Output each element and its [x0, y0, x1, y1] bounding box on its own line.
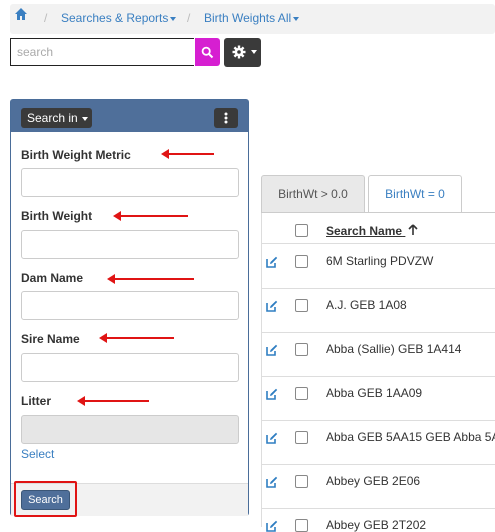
row-search-name: Abba GEB 5AA15 GEB Abba 5A	[326, 430, 495, 444]
search-input[interactable]	[10, 38, 194, 66]
search-button[interactable]	[195, 38, 220, 66]
row-divider	[261, 464, 495, 465]
edit-icon[interactable]	[266, 344, 278, 356]
search-icon	[201, 46, 214, 59]
settings-dropdown-button[interactable]	[224, 38, 261, 67]
edit-icon[interactable]	[266, 476, 278, 488]
row-checkbox[interactable]	[295, 475, 308, 488]
caret-down-icon	[170, 16, 177, 21]
home-icon[interactable]	[14, 7, 28, 21]
annotation-arrow	[77, 396, 149, 406]
edit-icon[interactable]	[266, 300, 278, 312]
row-search-name: A.J. GEB 1A08	[326, 298, 407, 312]
litter-field	[21, 415, 239, 444]
birth-weight-metric-field[interactable]	[21, 168, 239, 197]
gear-icon	[232, 45, 246, 59]
birth-weight-label: Birth Weight	[21, 209, 93, 223]
breadcrumb-label: Searches & Reports	[61, 11, 169, 25]
search-in-label: Search in	[27, 111, 78, 125]
caret-down-icon	[81, 116, 88, 121]
select-all-checkbox[interactable]	[295, 224, 308, 237]
column-header-search-name[interactable]: Search Name	[326, 224, 418, 238]
row-search-name: Abba (Sallie) GEB 1A414	[326, 342, 462, 356]
caret-down-icon	[251, 50, 257, 54]
sire-name-label: Sire Name	[21, 332, 80, 346]
panel-menu-button[interactable]	[214, 108, 238, 128]
edit-icon[interactable]	[266, 520, 278, 532]
column-header-label: Search Name	[326, 224, 403, 238]
edit-icon[interactable]	[266, 388, 278, 400]
birth-weight-metric-label: Birth Weight Metric	[21, 148, 131, 162]
breadcrumb-separator: /	[187, 11, 191, 25]
sort-ascending-icon	[408, 224, 418, 235]
row-search-name: 6M Starling PDVZW	[326, 254, 434, 268]
breadcrumb-searches-reports[interactable]: Searches & Reports	[61, 11, 177, 25]
row-checkbox[interactable]	[295, 343, 308, 356]
row-divider	[261, 332, 495, 333]
row-checkbox[interactable]	[295, 431, 308, 444]
tab-birthwt-eq-zero[interactable]: BirthWt = 0	[368, 175, 462, 213]
tab-birthwt-gt-zero[interactable]: BirthWt > 0.0	[261, 175, 365, 213]
row-divider	[261, 288, 495, 289]
annotation-arrow	[113, 211, 188, 221]
annotation-highlight-box	[14, 481, 77, 517]
row-checkbox[interactable]	[295, 387, 308, 400]
row-checkbox[interactable]	[295, 299, 308, 312]
breadcrumb-birth-weights-all[interactable]: Birth Weights All	[204, 11, 300, 25]
edit-icon[interactable]	[266, 432, 278, 444]
search-in-dropdown[interactable]: Search in	[21, 108, 92, 128]
row-search-name: Abbey GEB 2E06	[326, 474, 421, 488]
litter-label: Litter	[21, 394, 51, 408]
row-divider	[261, 376, 495, 377]
row-divider	[261, 243, 495, 244]
vertical-ellipsis-icon	[224, 112, 228, 124]
dam-name-label: Dam Name	[21, 271, 84, 285]
dam-name-field[interactable]	[21, 291, 239, 320]
row-divider	[261, 420, 495, 421]
row-search-name: Abbey GEB 2T202	[326, 518, 427, 532]
sire-name-field[interactable]	[21, 353, 239, 382]
edit-icon[interactable]	[266, 256, 278, 268]
annotation-arrow	[107, 274, 194, 284]
annotation-arrow	[161, 149, 214, 159]
breadcrumb-separator: /	[44, 11, 48, 25]
breadcrumb-label: Birth Weights All	[204, 11, 292, 25]
row-search-name: Abba GEB 1AA09	[326, 386, 423, 400]
row-divider	[261, 508, 495, 509]
caret-down-icon	[293, 16, 300, 21]
birth-weight-field[interactable]	[21, 230, 239, 259]
annotation-arrow	[99, 333, 174, 343]
row-checkbox[interactable]	[295, 519, 308, 532]
select-link[interactable]: Select	[21, 447, 54, 461]
row-checkbox[interactable]	[295, 255, 308, 268]
